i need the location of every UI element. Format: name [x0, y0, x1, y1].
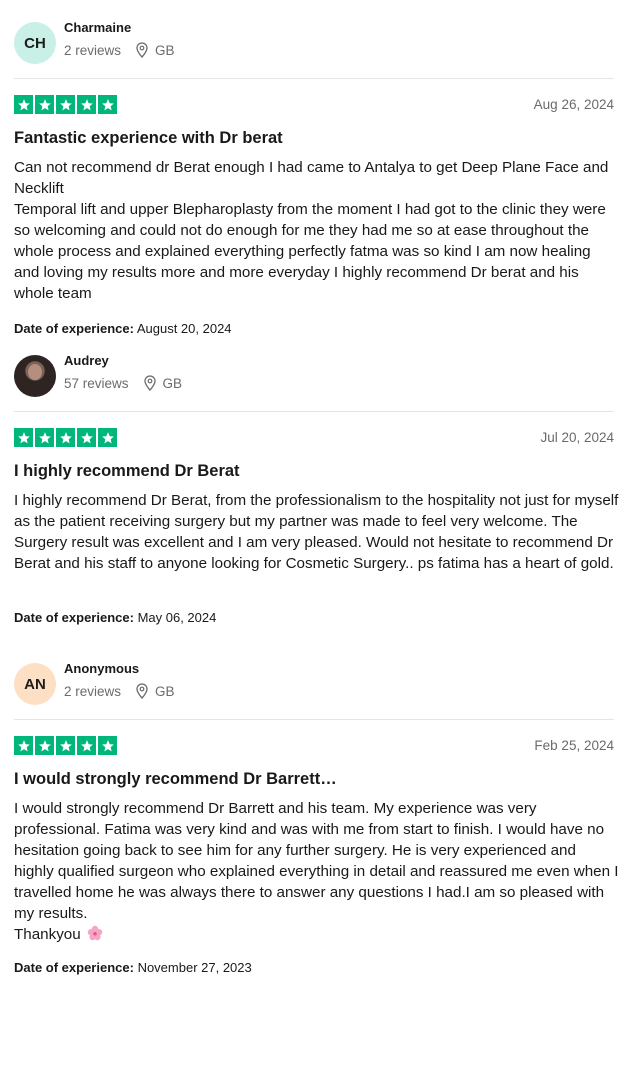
reviewer-header[interactable]: CH Charmaine 2 reviews GB — [14, 20, 614, 64]
star-icon — [35, 428, 54, 447]
review-count: 57 reviews — [64, 375, 129, 391]
star-icon — [56, 95, 75, 114]
review-card: Audrey 57 reviews GB Jul 20, 2024 I high… — [0, 353, 638, 664]
review-count: 2 reviews — [64, 683, 122, 699]
date-of-experience: Date of experience: November 27, 2023 — [14, 960, 252, 975]
review-paragraph: I would strongly recommend Dr Barrett an… — [14, 800, 619, 922]
star-rating — [14, 736, 117, 755]
review-date: Feb 25, 2024 — [534, 738, 614, 753]
review-count: 2 reviews — [64, 42, 122, 58]
doe-label: Date of experience: — [14, 321, 134, 336]
review-date: Jul 20, 2024 — [540, 430, 614, 445]
doe-value: November 27, 2023 — [137, 960, 252, 975]
avatar-photo — [28, 364, 42, 380]
review-title[interactable]: I highly recommend Dr Berat — [14, 462, 240, 481]
reviewer-name[interactable]: Audrey — [64, 353, 109, 368]
reviewer-meta: 2 reviews GB — [64, 42, 175, 58]
reviewer-header[interactable]: AN Anonymous 2 reviews GB — [14, 661, 614, 705]
doe-value: May 06, 2024 — [137, 610, 217, 625]
review-date: Aug 26, 2024 — [533, 97, 614, 112]
review-card: CH Charmaine 2 reviews GB Aug 26, 2024 F… — [0, 0, 638, 336]
reviewer-name[interactable]: Anonymous — [64, 661, 139, 676]
cherry-blossom-icon — [87, 925, 103, 941]
divider — [14, 719, 614, 720]
review-title[interactable]: I would strongly recommend Dr Barrett… — [14, 770, 337, 789]
reviewer-country: GB — [155, 42, 175, 58]
star-icon — [14, 736, 33, 755]
star-icon — [98, 428, 117, 447]
star-icon — [35, 95, 54, 114]
review-paragraph: Temporal lift and upper Blepharoplasty f… — [14, 201, 606, 302]
review-paragraph: Can not recommend dr Berat enough I had … — [14, 159, 609, 197]
reviewer-meta: 2 reviews GB — [64, 683, 175, 699]
star-icon — [98, 95, 117, 114]
review-title[interactable]: Fantastic experience with Dr berat — [14, 129, 283, 148]
reviewer-meta: 57 reviews GB — [64, 375, 182, 391]
reviewer-country: GB — [162, 375, 183, 391]
avatar[interactable]: AN — [14, 663, 56, 705]
review-body: Can not recommend dr Berat enough I had … — [14, 157, 619, 304]
reviewer-header[interactable]: Audrey 57 reviews GB — [14, 353, 614, 397]
star-icon — [56, 736, 75, 755]
review-signoff: Thankyou — [14, 926, 81, 943]
map-pin-icon — [136, 683, 148, 699]
divider — [14, 78, 614, 79]
reviewer-country: GB — [155, 683, 175, 699]
reviewer-name[interactable]: Charmaine — [64, 20, 131, 35]
review-card: AN Anonymous 2 reviews GB Feb 25, 2024 I… — [0, 661, 638, 1066]
map-pin-icon — [136, 42, 148, 58]
doe-label: Date of experience: — [14, 610, 134, 625]
star-icon — [98, 736, 117, 755]
date-of-experience: Date of experience: August 20, 2024 — [14, 321, 232, 336]
star-icon — [77, 736, 96, 755]
avatar[interactable] — [14, 355, 56, 397]
review-paragraph: I highly recommend Dr Berat, from the pr… — [14, 492, 619, 572]
date-of-experience: Date of experience: May 06, 2024 — [14, 610, 216, 625]
avatar[interactable]: CH — [14, 22, 56, 64]
star-icon — [77, 428, 96, 447]
star-icon — [77, 95, 96, 114]
review-body: I would strongly recommend Dr Barrett an… — [14, 798, 619, 945]
star-icon — [56, 428, 75, 447]
divider — [14, 411, 614, 412]
star-rating — [14, 95, 117, 114]
star-icon — [14, 428, 33, 447]
doe-value: August 20, 2024 — [136, 321, 232, 336]
star-icon — [14, 95, 33, 114]
review-body: I highly recommend Dr Berat, from the pr… — [14, 490, 619, 574]
review-paragraph: Thankyou — [14, 924, 619, 945]
star-icon — [35, 736, 54, 755]
doe-label: Date of experience: — [14, 960, 134, 975]
map-pin-icon — [143, 375, 156, 391]
star-rating — [14, 428, 117, 447]
